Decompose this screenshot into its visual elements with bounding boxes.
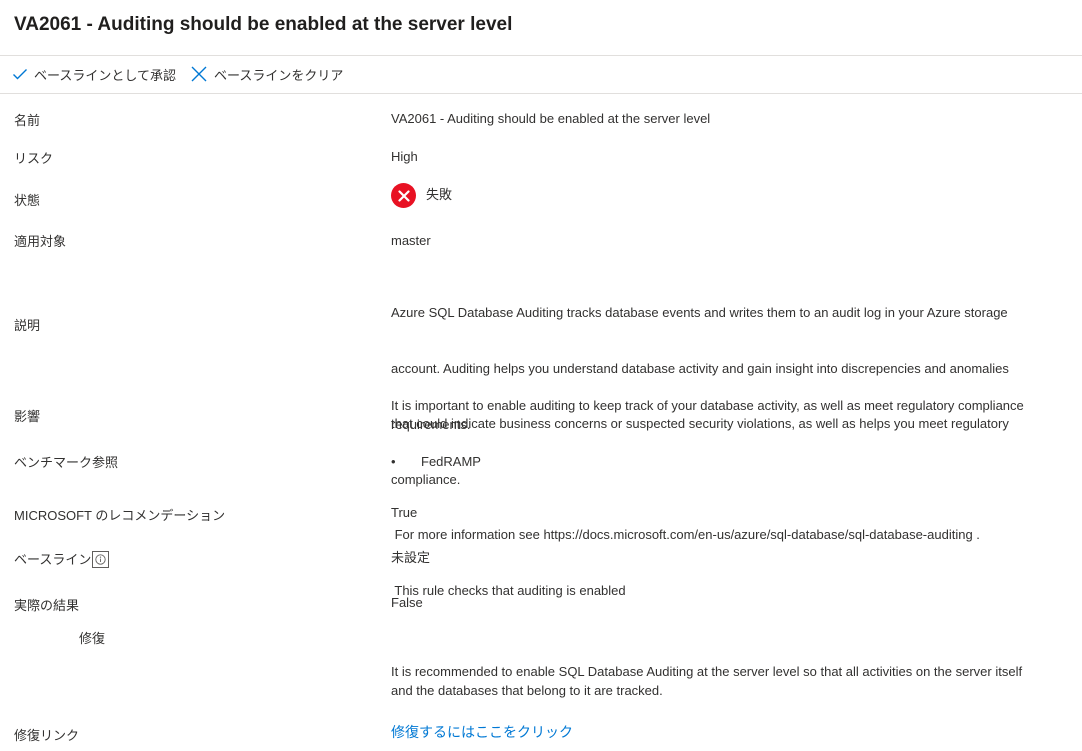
impact-label: 影響 (14, 409, 41, 424)
description-line: compliance. (391, 471, 461, 487)
error-circle-icon (391, 183, 416, 208)
close-icon (191, 66, 207, 82)
benchmark-label: ベンチマーク参照 (14, 455, 119, 470)
description-label: 説明 (14, 318, 41, 333)
baseline-value: 未設定 (391, 550, 431, 565)
description-line: For more information see https://docs.mi… (391, 527, 980, 542)
approve-baseline-label: ベースラインとして承認 (34, 67, 176, 83)
baseline-label-row: ベースライン (14, 549, 110, 569)
actual-result-value: False (391, 595, 423, 610)
risk-label: リスク (14, 151, 54, 166)
description-value: Azure SQL Database Auditing tracks datab… (391, 267, 1009, 619)
status-value: 失敗 (391, 183, 452, 208)
bullet: • (391, 454, 396, 469)
info-icon[interactable] (92, 551, 110, 569)
name-value: VA2061 - Auditing should be enabled at t… (391, 111, 711, 126)
benchmark-list: • FedRAMP (391, 453, 481, 472)
title-divider (0, 55, 1082, 56)
checkmark-icon (13, 69, 27, 80)
risk-value: High (391, 149, 418, 164)
clear-baseline-button[interactable]: ベースラインをクリア (190, 65, 343, 84)
ms-recommendation-label: MICROSOFT のレコメンデーション (14, 508, 226, 523)
remediation-label: 修復 (79, 631, 106, 646)
impact-line: It is important to enable auditing to ke… (391, 398, 1024, 413)
toolbar-divider (0, 93, 1082, 94)
toolbar: ベースラインとして承認 ベースラインをクリア (12, 62, 357, 86)
remediation-link[interactable]: 修復するにはここをクリック (391, 723, 573, 742)
remediation-line: and the databases that belong to it are … (391, 682, 663, 698)
ms-recommendation-value: True (391, 505, 418, 520)
remediation-line: It is recommended to enable SQL Database… (391, 664, 1023, 679)
description-line: account. Auditing helps you understand d… (391, 360, 1009, 376)
benchmark-item: FedRAMP (421, 454, 481, 469)
applies-to-label: 適用対象 (14, 234, 67, 249)
clear-baseline-label: ベースラインをクリア (213, 67, 344, 83)
description-line: This rule checks that auditing is enable… (391, 582, 626, 598)
remediation-link-label: 修復リンク (14, 728, 80, 743)
applies-to-value: master (391, 233, 431, 248)
status-label: 状態 (14, 193, 41, 208)
remediation-value: It is recommended to enable SQL Database… (391, 663, 1022, 700)
approve-baseline-button[interactable]: ベースラインとして承認 (12, 65, 176, 84)
status-text: 失敗 (426, 187, 453, 203)
page-title: VA2061 - Auditing should be enabled at t… (14, 14, 513, 35)
impact-line: requirements. (391, 416, 471, 432)
actual-result-label: 実際の結果 (14, 598, 80, 613)
description-line: Azure SQL Database Auditing tracks datab… (391, 305, 1008, 320)
name-label: 名前 (14, 113, 41, 128)
impact-value: It is important to enable auditing to ke… (391, 397, 1024, 434)
baseline-label: ベースライン (14, 552, 92, 567)
